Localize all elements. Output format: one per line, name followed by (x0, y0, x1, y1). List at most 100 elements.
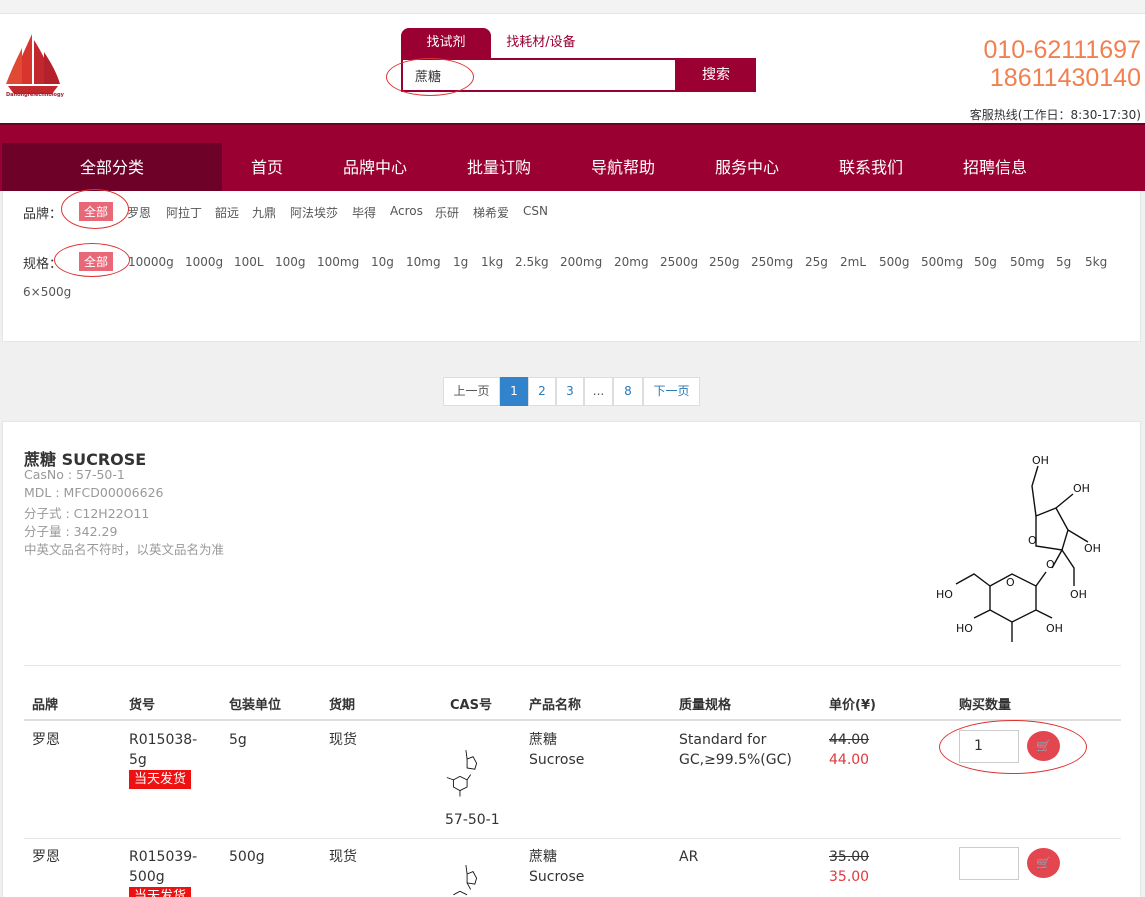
card-divider (24, 665, 1121, 666)
nav-home[interactable]: 首页 (251, 143, 283, 193)
nav-jobs[interactable]: 招聘信息 (963, 143, 1027, 193)
nav-brands[interactable]: 品牌中心 (343, 143, 407, 193)
spec-filter-option[interactable]: 500mg (921, 255, 963, 269)
cart-icon: 🛒 (1036, 856, 1051, 870)
spec-filter-option[interactable]: 20mg (614, 255, 649, 269)
table-header-brand: 品牌 (32, 698, 59, 713)
phone-primary: 010-62111697 (983, 36, 1141, 64)
spec-filter-option[interactable]: 50g (974, 255, 997, 269)
table-header-qty: 购买数量 (959, 698, 1012, 713)
struct-oh: OH (1032, 454, 1049, 467)
pagination-ellipsis: ... (584, 377, 613, 406)
brand-filter-all[interactable]: 全部 (79, 202, 114, 221)
spec-filter-option[interactable]: 2.5kg (515, 255, 549, 269)
row-price-old: 44.00 (829, 732, 870, 748)
nav-bulk-order[interactable]: 批量订购 (467, 143, 531, 193)
tab-reagents[interactable]: 找试剂 (401, 28, 491, 58)
table-header-pack: 包装单位 (229, 698, 282, 713)
spec-filter-option[interactable]: 2mL (840, 255, 866, 269)
spec-filter-option[interactable]: 10g (371, 255, 394, 269)
spec-filter-option[interactable]: 1kg (481, 255, 503, 269)
search-box (401, 58, 677, 92)
row-divider (24, 838, 1121, 839)
filter-panel: 品牌： 全部 罗恩 阿拉丁 韶远 九鼎 阿法埃莎 毕得 Acros 乐研 梯希爱… (2, 189, 1141, 342)
struct-o: O (1006, 576, 1015, 589)
nav-service[interactable]: 服务中心 (715, 143, 779, 193)
row-cas[interactable]: 57-50-1 (445, 812, 500, 828)
brand-filter-option[interactable]: 九鼎 (252, 204, 276, 221)
product-mdl: MDL : MFCD00006626 (24, 485, 164, 500)
spec-filter-option[interactable]: 6×500g (23, 285, 71, 299)
row-name-en[interactable]: Sucrose (529, 750, 584, 770)
nav-all-categories[interactable]: 全部分类 (2, 143, 222, 193)
spec-filter-all[interactable]: 全部 (79, 252, 114, 271)
row-lead: 现货 (329, 732, 357, 748)
row-lead: 现货 (329, 849, 357, 865)
struct-o: O (1028, 534, 1037, 547)
spec-filter-option[interactable]: 100g (275, 255, 306, 269)
spec-filter-option[interactable]: 1g (453, 255, 468, 269)
spec-filter-option[interactable]: 200mg (560, 255, 602, 269)
row-grade: Standard for GC,≥99.5%(GC) (679, 732, 792, 768)
table-header-price: 单价(¥) (829, 698, 876, 713)
nav-help[interactable]: 导航帮助 (591, 143, 655, 193)
product-note: 中英文品名不符时，以英文品名为准 (24, 542, 225, 557)
brand-filter-option[interactable]: Acros (390, 204, 423, 218)
quantity-input[interactable] (959, 847, 1019, 880)
brand-filter-option[interactable]: 阿拉丁 (166, 204, 202, 221)
brand-filter-option[interactable]: 罗恩 (127, 204, 151, 221)
row-brand: 罗恩 (32, 849, 60, 865)
spec-filter-option[interactable]: 50mg (1010, 255, 1045, 269)
spec-filter-option[interactable]: 100mg (317, 255, 359, 269)
add-to-cart-button[interactable]: 🛒 (1027, 848, 1060, 878)
struct-ho: HO (956, 622, 973, 635)
table-header-line (24, 719, 1121, 721)
spec-filter-option[interactable]: 500g (879, 255, 910, 269)
brand-filter-option[interactable]: 毕得 (352, 204, 376, 221)
spec-filter-option[interactable]: 5g (1056, 255, 1071, 269)
pagination-page[interactable]: 3 (556, 377, 584, 406)
product-formula: 分子式 : C12H22O11 (24, 506, 150, 521)
brand-filter-option[interactable]: 阿法埃莎 (290, 204, 338, 221)
row-sku[interactable]: R015038-5g (129, 730, 201, 770)
tab-consumables[interactable]: 找耗材/设备 (501, 28, 581, 58)
phone-secondary: 18611430140 (989, 64, 1141, 92)
spec-filter-option[interactable]: 250g (709, 255, 740, 269)
spec-filter-option[interactable]: 25g (805, 255, 828, 269)
row-name-en[interactable]: Sucrose (529, 867, 584, 887)
main-nav: 全部分类 首页 品牌中心 批量订购 导航帮助 服务中心 联系我们 招聘信息 (0, 123, 1145, 193)
row-sku[interactable]: R015039-500g (129, 847, 201, 887)
pagination-prev[interactable]: 上一页 (443, 377, 500, 406)
row-price-new: 44.00 (829, 752, 870, 768)
search-button[interactable]: 搜索 (676, 58, 756, 92)
row-price-old: 35.00 (829, 849, 870, 865)
spec-filter-option[interactable]: 1000g (185, 255, 223, 269)
pagination-page[interactable]: 1 (500, 377, 528, 406)
row-brand: 罗恩 (32, 732, 60, 748)
nav-contact[interactable]: 联系我们 (839, 143, 903, 193)
row-pack: 500g (229, 849, 265, 865)
row-name-cn[interactable]: 蔗糖 (529, 847, 557, 867)
table-header-cas: CAS号 (450, 698, 492, 713)
add-to-cart-button[interactable]: 🛒 (1027, 731, 1060, 761)
spec-filter-option[interactable]: 5kg (1085, 255, 1107, 269)
brand-filter-option[interactable]: CSN (523, 204, 548, 218)
search-input[interactable] (403, 60, 675, 90)
spec-filter-option[interactable]: 2500g (660, 255, 698, 269)
brand-filter-option[interactable]: 梯希爱 (473, 204, 509, 221)
pagination-page[interactable]: 8 (613, 377, 643, 406)
logo-text: Dahongfeiechnology (6, 92, 64, 98)
pagination-next[interactable]: 下一页 (643, 377, 700, 406)
spec-filter-option[interactable]: 100L (234, 255, 264, 269)
table-header-grade: 质量规格 (679, 698, 732, 713)
spec-filter-option[interactable]: 250mg (751, 255, 793, 269)
row-name-cn[interactable]: 蔗糖 (529, 730, 557, 750)
quantity-input[interactable]: 1 (959, 730, 1019, 763)
pagination-page[interactable]: 2 (528, 377, 556, 406)
row-pack: 5g (229, 732, 247, 748)
logo-icon[interactable] (2, 26, 64, 96)
spec-filter-option[interactable]: 10000g (128, 255, 174, 269)
brand-filter-option[interactable]: 韶远 (215, 204, 239, 221)
brand-filter-option[interactable]: 乐研 (435, 204, 459, 221)
spec-filter-option[interactable]: 10mg (406, 255, 441, 269)
